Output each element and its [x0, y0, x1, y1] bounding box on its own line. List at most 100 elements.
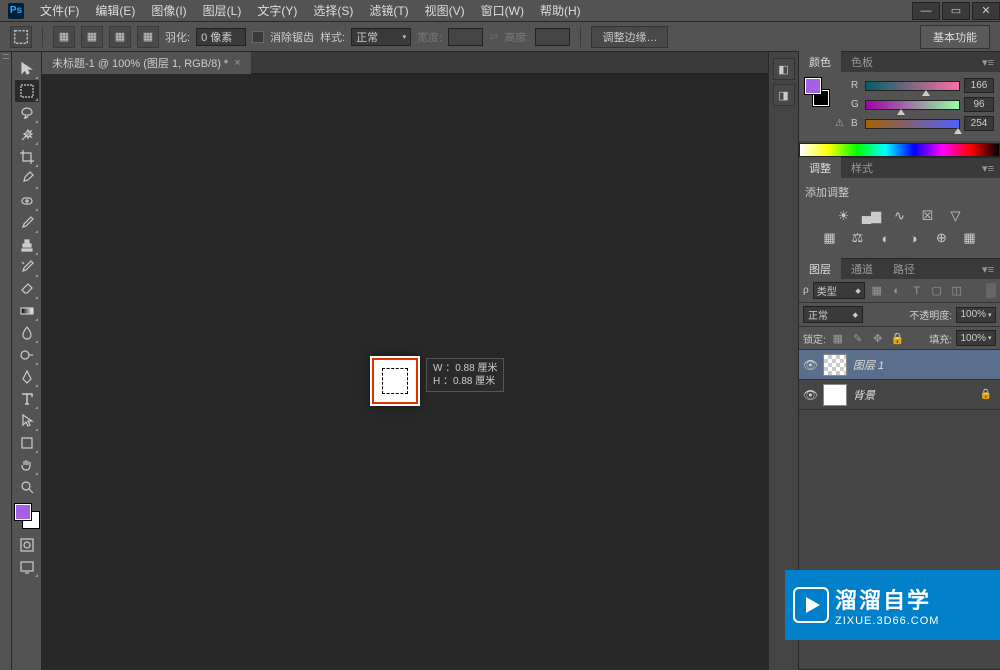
color-fgbg-swatch[interactable] — [805, 78, 829, 106]
filter-toggle[interactable] — [986, 283, 996, 298]
photo-filter-icon[interactable]: ◑ — [905, 230, 923, 246]
layer-name[interactable]: 背景 — [853, 387, 974, 403]
shape-tool-icon[interactable] — [15, 432, 39, 454]
styles-tab[interactable]: 样式 — [841, 157, 883, 179]
quickmask-tool-icon[interactable] — [15, 534, 39, 556]
healing-tool-icon[interactable] — [15, 190, 39, 212]
lock-pos-icon[interactable]: ✥ — [870, 331, 886, 346]
style-select[interactable]: 正常▾ — [351, 28, 411, 46]
color-tab[interactable]: 颜色 — [799, 51, 841, 73]
lock-trans-icon[interactable]: ▦ — [830, 331, 846, 346]
menu-item[interactable]: 帮助(H) — [532, 2, 589, 19]
fg-color-swatch[interactable] — [15, 504, 31, 520]
channel-value[interactable]: 96 — [964, 97, 994, 112]
levels-icon[interactable]: ▄▆ — [863, 208, 881, 224]
gradient-tool-icon[interactable] — [15, 300, 39, 322]
blur-tool-icon[interactable] — [15, 322, 39, 344]
menu-item[interactable]: 编辑(E) — [87, 2, 143, 19]
essentials-button[interactable]: 基本功能 — [920, 25, 990, 49]
menu-item[interactable]: 滤镜(T) — [361, 2, 416, 19]
crop-tool-icon[interactable] — [15, 146, 39, 168]
menu-item[interactable]: 窗口(W) — [473, 2, 532, 19]
blend-mode-select[interactable]: 正常◆ — [803, 306, 863, 323]
paths-tab[interactable]: 路径 — [883, 258, 925, 280]
close-button[interactable]: ✕ — [972, 2, 1000, 20]
channel-mixer-icon[interactable]: ⊕ — [933, 230, 951, 246]
filter-type-icon[interactable]: T — [909, 283, 925, 298]
lock-paint-icon[interactable]: ✎ — [850, 331, 866, 346]
menu-item[interactable]: 图层(L) — [195, 2, 250, 19]
filter-adj-icon[interactable]: ◐ — [889, 283, 905, 298]
filter-smart-icon[interactable]: ◫ — [949, 283, 965, 298]
hand-tool-icon[interactable] — [15, 454, 39, 476]
screenmode-tool-icon[interactable] — [15, 556, 39, 578]
maximize-button[interactable]: ▭ — [942, 2, 970, 20]
tool-strip-handle[interactable] — [0, 52, 12, 670]
panel-menu-icon[interactable]: ▾≡ — [976, 56, 1000, 69]
properties-panel-icon[interactable]: ◨ — [773, 84, 795, 106]
marquee-tool-icon[interactable] — [15, 80, 39, 102]
brightness-icon[interactable]: ☀ — [835, 208, 853, 224]
tool-preset-icon[interactable] — [10, 26, 32, 48]
hue-icon[interactable]: ▦ — [821, 230, 839, 246]
document-tab[interactable]: 未标题-1 @ 100% (图层 1, RGB/8) * × — [42, 52, 251, 74]
close-tab-icon[interactable]: × — [234, 57, 240, 69]
color-swatches[interactable] — [15, 504, 39, 528]
panel-fg-swatch[interactable] — [805, 78, 821, 94]
channel-value[interactable]: 166 — [964, 78, 994, 93]
color-slider[interactable] — [865, 119, 960, 129]
layer-item[interactable]: 👁背景🔒 — [799, 380, 1000, 410]
brush-tool-icon[interactable] — [15, 212, 39, 234]
lock-all-icon[interactable]: 🔒 — [890, 331, 906, 346]
refine-edge-button[interactable]: 调整边缘… — [591, 26, 668, 48]
fill-value[interactable]: 100%▾ — [956, 330, 996, 346]
panel-menu-icon[interactable]: ▾≡ — [976, 263, 1000, 276]
feather-input[interactable] — [196, 28, 246, 46]
path-select-tool-icon[interactable] — [15, 410, 39, 432]
bw-icon[interactable]: ◐ — [877, 230, 895, 246]
layer-item[interactable]: 👁 图层 1 — [799, 350, 1000, 380]
subtract-selection-icon[interactable]: ▦ — [109, 26, 131, 48]
history-brush-tool-icon[interactable] — [15, 256, 39, 278]
eyedropper-tool-icon[interactable] — [15, 168, 39, 190]
menu-item[interactable]: 文字(Y) — [249, 2, 305, 19]
visibility-icon[interactable]: 👁 — [803, 358, 817, 372]
eraser-tool-icon[interactable] — [15, 278, 39, 300]
add-selection-icon[interactable]: ▦ — [81, 26, 103, 48]
zoom-tool-icon[interactable] — [15, 476, 39, 498]
opacity-value[interactable]: 100%▾ — [956, 307, 996, 323]
canvas-viewport[interactable]: W ：0.88 厘米 H ：0.88 厘米 — [42, 74, 768, 670]
history-panel-icon[interactable]: ◧ — [773, 58, 795, 80]
gamut-warning-icon[interactable]: ⚠ — [835, 118, 847, 130]
stamp-tool-icon[interactable] — [15, 234, 39, 256]
filter-pixel-icon[interactable]: ▦ — [869, 283, 885, 298]
layers-tab[interactable]: 图层 — [799, 258, 841, 280]
menu-item[interactable]: 文件(F) — [32, 2, 87, 19]
channels-tab[interactable]: 通道 — [841, 258, 883, 280]
pen-tool-icon[interactable] — [15, 366, 39, 388]
menu-item[interactable]: 图像(I) — [143, 2, 194, 19]
move-tool-icon[interactable] — [15, 58, 39, 80]
type-tool-icon[interactable] — [15, 388, 39, 410]
layer-filter-select[interactable]: 类型◆ — [813, 282, 865, 299]
balance-icon[interactable]: ⚖ — [849, 230, 867, 246]
panel-menu-icon[interactable]: ▾≡ — [976, 162, 1000, 175]
visibility-icon[interactable]: 👁 — [803, 388, 817, 402]
color-spectrum[interactable] — [799, 143, 1000, 157]
lasso-tool-icon[interactable] — [15, 102, 39, 124]
swatches-tab[interactable]: 色板 — [841, 51, 883, 73]
curves-icon[interactable]: ∿ — [891, 208, 909, 224]
magic-wand-tool-icon[interactable] — [15, 124, 39, 146]
filter-shape-icon[interactable]: ▢ — [929, 283, 945, 298]
color-slider[interactable] — [865, 81, 960, 91]
dodge-tool-icon[interactable] — [15, 344, 39, 366]
minimize-button[interactable]: — — [912, 2, 940, 20]
intersect-selection-icon[interactable]: ▦ — [137, 26, 159, 48]
color-slider[interactable] — [865, 100, 960, 110]
canvas-document[interactable] — [370, 356, 420, 406]
layer-thumbnail[interactable] — [823, 354, 847, 376]
layer-name[interactable]: 图层 1 — [853, 357, 996, 373]
adjustments-tab[interactable]: 调整 — [799, 157, 841, 179]
vibrance-icon[interactable]: ▽ — [947, 208, 965, 224]
exposure-icon[interactable]: ☒ — [919, 208, 937, 224]
